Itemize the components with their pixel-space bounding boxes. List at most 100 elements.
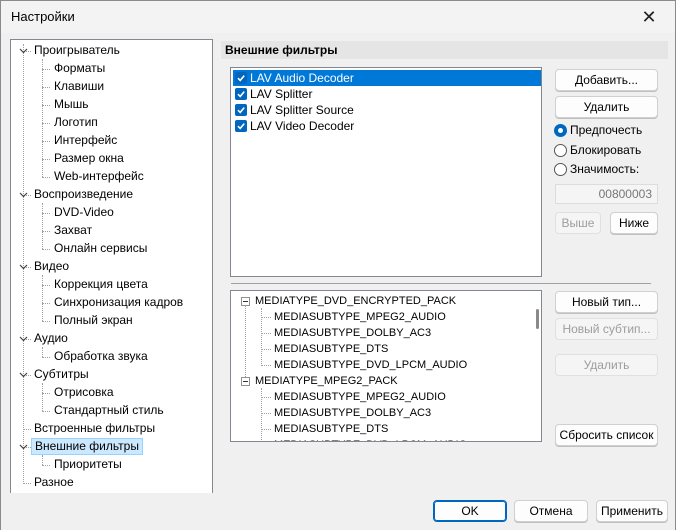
tree-group-item[interactable]: Воспроизведение (31, 186, 136, 203)
media-subtype-item[interactable]: MEDIASUBTYPE_MPEG2_AUDIO (274, 309, 446, 325)
filter-list-item[interactable]: LAV Audio Decoder (233, 70, 541, 86)
radio-merit-indicator[interactable] (554, 163, 567, 176)
settings-dialog: Настройки ✕ Проигрыватель Форматы Клавиши М… (0, 0, 676, 530)
tree-line (42, 177, 50, 178)
tree-group-item[interactable]: Разное (31, 474, 77, 491)
tree-line (42, 249, 50, 250)
radio-prefer-label: Предпочесть (570, 123, 643, 137)
chevron-down-icon[interactable] (18, 438, 28, 455)
radio-merit-label: Значимость: (570, 162, 640, 176)
filter-list-item[interactable]: LAV Splitter (233, 86, 541, 102)
tree-group-item[interactable]: Субтитры (31, 366, 92, 383)
remove-type-button[interactable]: Удалить (555, 354, 658, 376)
media-subtype-item[interactable]: MEDIASUBTYPE_DOLBY_AC3 (274, 325, 431, 341)
tree-child-item[interactable]: Приоритеты (51, 456, 125, 473)
apply-button[interactable]: Применить (596, 500, 668, 522)
tree-child-item[interactable]: Интерфейс (51, 132, 120, 149)
chevron-down-icon[interactable] (18, 42, 28, 59)
filter-label: LAV Splitter (250, 87, 313, 101)
tree-line (42, 347, 43, 357)
filter-label: LAV Audio Decoder (250, 71, 354, 85)
tree-child-item[interactable]: Web-интерфейс (51, 168, 147, 185)
media-type-item[interactable]: MEDIATYPE_MPEG2_PACK (255, 373, 398, 389)
tree-group-item[interactable]: Внешние фильтры (31, 438, 143, 455)
tree-group-item[interactable]: Проигрыватель (31, 42, 123, 59)
tree-line (42, 105, 50, 106)
tree-line (245, 305, 246, 377)
new-type-button[interactable]: Новый тип... (555, 291, 658, 313)
media-types-tree[interactable]: MEDIATYPE_DVD_ENCRYPTED_PACK MEDIASUBTYPE… (230, 290, 542, 442)
tree-child-item[interactable]: Синхронизация кадров (51, 294, 186, 311)
tree-line (23, 429, 31, 430)
tree-group-item[interactable]: Аудио (31, 330, 71, 347)
new-subtype-button[interactable]: Новый субтип... (555, 318, 658, 340)
close-icon[interactable]: ✕ (629, 4, 669, 30)
filter-label: LAV Video Decoder (250, 119, 355, 133)
collapse-icon[interactable] (241, 377, 250, 386)
reset-list-button[interactable]: Сбросить список (555, 424, 658, 446)
cancel-button[interactable]: Отмена (514, 500, 588, 522)
tree-line (261, 333, 271, 334)
media-subtype-item[interactable]: MEDIASUBTYPE_MPEG2_AUDIO (274, 389, 446, 405)
tree-line (42, 321, 50, 322)
filter-checkbox[interactable] (235, 88, 247, 100)
merit-value-field[interactable]: 00800003 (555, 184, 658, 204)
separator (231, 283, 651, 284)
page-header: Внешние фильтры (221, 41, 668, 59)
media-subtype-item[interactable]: MEDIASUBTYPE_DVD_LPCM_AUDIO (274, 357, 467, 373)
tree-line (42, 285, 50, 286)
media-subtype-item[interactable]: MEDIASUBTYPE_DTS (274, 421, 388, 437)
scrollbar-thumb[interactable] (536, 309, 539, 329)
chevron-down-icon[interactable] (18, 366, 28, 383)
tree-line (42, 203, 43, 249)
tree-child-item[interactable]: Онлайн сервисы (51, 240, 150, 257)
move-down-button[interactable]: Ниже (610, 212, 658, 234)
radio-prefer-indicator[interactable] (554, 124, 567, 137)
ok-button[interactable]: OK (433, 500, 507, 522)
window-title: Настройки (11, 9, 75, 24)
tree-line (42, 123, 50, 124)
chevron-down-icon[interactable] (18, 258, 28, 275)
filter-checkbox[interactable] (235, 104, 247, 116)
settings-tree[interactable]: Проигрыватель Форматы Клавиши Мышь Логотип Ин… (10, 39, 213, 494)
remove-filter-button[interactable]: Удалить (555, 96, 658, 118)
tree-child-item[interactable]: Клавиши (51, 78, 107, 95)
tree-child-item[interactable]: Полный экран (51, 312, 136, 329)
page-title: Внешние фильтры (225, 43, 338, 57)
move-up-button[interactable]: Выше (555, 212, 601, 234)
tree-child-item[interactable]: Захват (51, 222, 95, 239)
tree-child-item[interactable]: Отрисовка (51, 384, 117, 401)
filter-list-item[interactable]: LAV Splitter Source (233, 102, 541, 118)
filter-list-item[interactable]: LAV Video Decoder (233, 118, 541, 134)
tree-group-item[interactable]: Видео (31, 258, 72, 275)
radio-block-indicator[interactable] (554, 144, 567, 157)
filter-checkbox[interactable] (235, 120, 247, 132)
filters-list[interactable]: LAV Audio Decoder LAV Splitter LAV Splitte… (230, 67, 542, 277)
tree-line (261, 413, 271, 414)
tree-child-item[interactable]: Обработка звука (51, 348, 151, 365)
tree-line (23, 483, 31, 484)
radio-block-label: Блокировать (570, 143, 642, 157)
chevron-down-icon[interactable] (18, 186, 28, 203)
add-filter-button[interactable]: Добавить... (555, 69, 658, 91)
chevron-down-icon[interactable] (18, 330, 28, 347)
tree-child-item[interactable]: Коррекция цвета (51, 276, 151, 293)
tree-child-item[interactable]: Стандартный стиль (51, 402, 167, 419)
media-subtype-item[interactable]: MEDIASUBTYPE_DTS (274, 341, 388, 357)
media-subtype-item[interactable]: MEDIASUBTYPE_DVD_LPCM_AUDIO (274, 437, 467, 441)
tree-group-item[interactable]: Встроенные фильтры (31, 420, 158, 437)
filter-label: LAV Splitter Source (250, 103, 354, 117)
tree-child-item[interactable]: Размер окна (51, 150, 127, 167)
tree-child-item[interactable]: Форматы (51, 60, 108, 77)
tree-line (42, 141, 50, 142)
tree-line (42, 393, 50, 394)
tree-line (42, 383, 43, 411)
tree-child-item[interactable]: Логотип (51, 114, 101, 131)
tree-child-item[interactable]: DVD-Video (51, 204, 117, 221)
media-type-item[interactable]: MEDIATYPE_DVD_ENCRYPTED_PACK (255, 293, 456, 309)
filter-checkbox[interactable] (235, 72, 247, 84)
media-subtype-item[interactable]: MEDIASUBTYPE_DOLBY_AC3 (274, 405, 431, 421)
tree-line (261, 349, 271, 350)
tree-child-item[interactable]: Мышь (51, 96, 92, 113)
tree-line (261, 365, 271, 366)
